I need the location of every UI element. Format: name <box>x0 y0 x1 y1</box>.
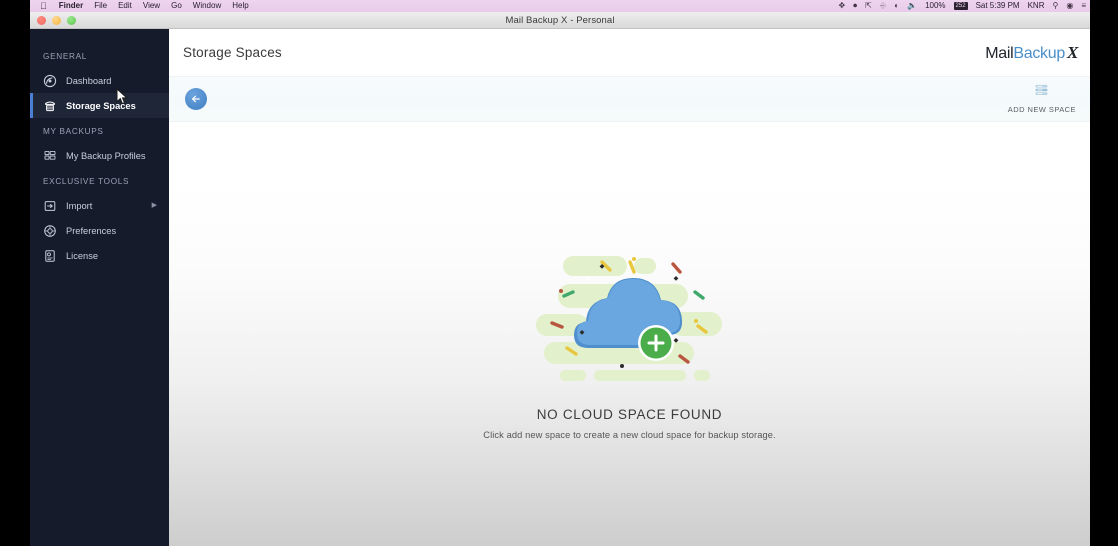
sidebar-item-license[interactable]: License <box>30 243 169 268</box>
menu-item-window[interactable]: Window <box>193 2 221 10</box>
siri-icon[interactable]: ◉ <box>1066 2 1073 10</box>
keyboard-icon[interactable]: ⎆ <box>880 2 886 10</box>
menu-bar-items:  Finder File Edit View Go Window Help <box>40 1 249 11</box>
record-icon[interactable]: ⏺ <box>853 2 857 10</box>
window-body: GENERAL Dashboard Storage Spaces MY BACK… <box>30 29 1090 546</box>
sidebar-group-my-backups: MY BACKUPS <box>43 127 104 136</box>
sidebar-item-label: License <box>66 250 99 261</box>
page-header: Storage Spaces Mail Backup X <box>169 29 1090 76</box>
wifi-icon[interactable]: ◐ <box>894 2 899 10</box>
window-title: Mail Backup X - Personal <box>505 14 615 26</box>
clock-label[interactable]: Sat 5:39 PM <box>976 2 1020 10</box>
sidebar-item-import[interactable]: Import ▶ <box>30 193 169 218</box>
app-logo: Mail Backup X <box>985 44 1078 62</box>
logo-text-mail: Mail <box>985 44 1014 62</box>
logo-text-backup: Backup <box>1013 44 1065 62</box>
sidebar-item-preferences[interactable]: Preferences <box>30 218 169 243</box>
apple-logo-icon[interactable]:  <box>40 1 47 11</box>
sidebar-item-my-backup-profiles[interactable]: My Backup Profiles <box>30 143 169 168</box>
bluetooth-icon[interactable]: ✥ <box>838 2 845 10</box>
user-account-label[interactable]: KNR <box>1028 2 1045 10</box>
profiles-icon <box>43 149 57 163</box>
sidebar-group-general: GENERAL <box>43 52 88 61</box>
back-button[interactable] <box>185 88 207 110</box>
import-icon <box>43 199 57 213</box>
dashboard-icon <box>43 74 57 88</box>
app-window: Mail Backup X - Personal GENERAL Dashboa… <box>30 12 1090 546</box>
notification-center-icon[interactable]: ≡ <box>1081 2 1086 10</box>
menu-item-edit[interactable]: Edit <box>118 2 132 10</box>
empty-state-title: NO CLOUD SPACE FOUND <box>536 407 723 422</box>
main-content: Storage Spaces Mail Backup X ADD NEW SPA… <box>169 29 1090 546</box>
macos-menu-bar:  Finder File Edit View Go Window Help ✥… <box>30 0 1090 12</box>
menu-bar-status-items: ✥ ⏺ ⇱ ⎆ ◐ 🔈 100% 252 Sat 5:39 PM KNR ⚲ ◉… <box>838 2 1086 10</box>
page-title: Storage Spaces <box>183 45 282 60</box>
storage-icon <box>43 99 57 113</box>
spotlight-search-icon[interactable]: ⚲ <box>1052 2 1058 10</box>
toolbar: ADD NEW SPACE <box>169 76 1090 122</box>
menu-item-go[interactable]: Go <box>171 2 182 10</box>
menu-item-view[interactable]: View <box>143 2 160 10</box>
empty-state-subtitle: Click add new space to create a new clou… <box>483 430 776 440</box>
preferences-icon <box>43 224 57 238</box>
screen:  Finder File Edit View Go Window Help ✥… <box>0 0 1118 546</box>
server-stack-icon <box>1034 84 1049 102</box>
sidebar-item-label: Import <box>66 200 93 211</box>
battery-percent-label: 100% <box>925 1 946 10</box>
volume-icon[interactable]: 🔈 <box>907 2 917 10</box>
sidebar-item-label: Dashboard <box>66 75 112 86</box>
chevron-right-icon: ▶ <box>151 202 157 209</box>
sidebar: GENERAL Dashboard Storage Spaces MY BACK… <box>30 29 169 546</box>
logo-text-x: X <box>1066 42 1078 62</box>
battery-icon: 252 <box>953 2 968 10</box>
sidebar-item-label: Preferences <box>66 225 117 236</box>
sidebar-item-label: My Backup Profiles <box>66 150 146 161</box>
add-new-space-label: ADD NEW SPACE <box>1007 105 1076 114</box>
sidebar-group-exclusive-tools: EXCLUSIVE TOOLS <box>43 177 130 186</box>
cloud-with-plus-illustration <box>530 244 730 389</box>
menu-item-help[interactable]: Help <box>232 2 248 10</box>
airplay-icon[interactable]: ⇱ <box>865 2 872 10</box>
sidebar-item-storage-spaces[interactable]: Storage Spaces <box>30 93 169 118</box>
add-new-space-button[interactable]: ADD NEW SPACE <box>1004 82 1080 116</box>
empty-state: NO CLOUD SPACE FOUND Click add new space… <box>169 122 1090 546</box>
license-icon <box>43 249 57 263</box>
menu-item-finder[interactable]: Finder <box>59 2 83 10</box>
window-title-bar[interactable]: Mail Backup X - Personal <box>30 12 1090 29</box>
menu-item-file[interactable]: File <box>94 2 107 10</box>
sidebar-item-label: Storage Spaces <box>66 100 136 111</box>
sidebar-item-dashboard[interactable]: Dashboard <box>30 68 169 93</box>
